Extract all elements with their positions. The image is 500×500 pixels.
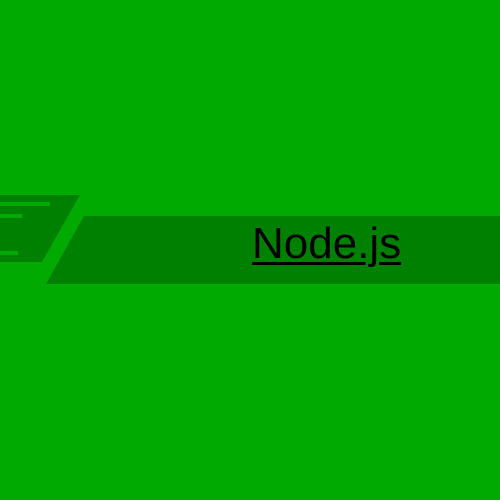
banner-graphic: [0, 0, 500, 500]
nodejs-link[interactable]: Node.js: [252, 219, 401, 269]
